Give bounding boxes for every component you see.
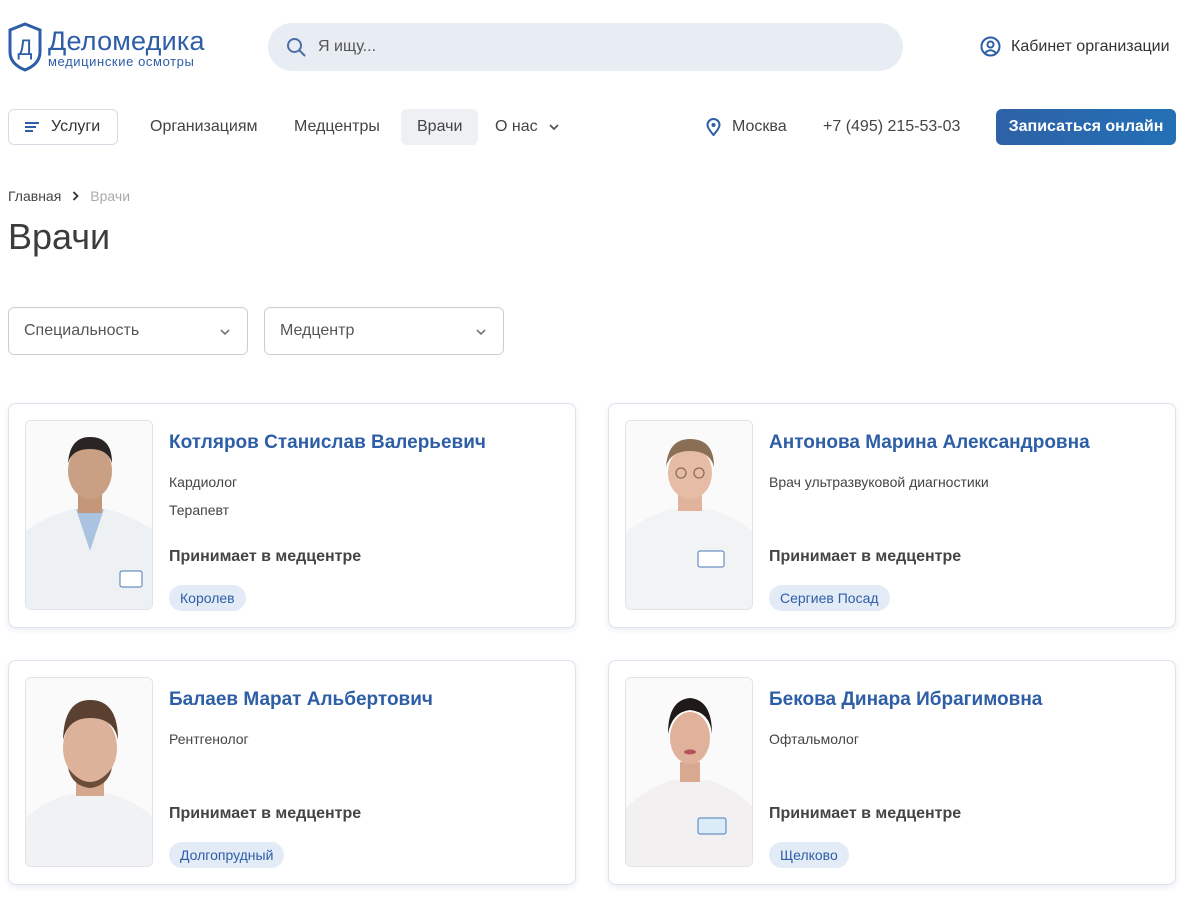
doctor-photo[interactable] [25,420,153,610]
chevron-down-icon [220,329,230,336]
receives-label: Принимает в медцентре [169,805,362,822]
receives-label: Принимает в медцентре [769,548,962,565]
location-pin-icon [706,118,721,136]
doctor-specialty: Рентгенолог [169,731,249,747]
doctor-specialty: Терапевт [169,502,230,518]
book-online-button[interactable]: Записаться онлайн [996,109,1176,145]
doctor-name[interactable]: Бекова Динара Ибрагимовна [769,689,1042,711]
brand-name: Деломедика [48,25,205,56]
nav-link-doctors[interactable]: Врачи [401,109,479,145]
city-label: Москва [732,118,787,135]
doctor-portrait-icon [626,421,752,609]
nav-link-label: О нас [495,118,538,135]
breadcrumb-current: Врачи [90,188,131,204]
receives-label: Принимает в медцентре [769,805,962,822]
doctor-card[interactable]: Котляров Станислав Валерьевич Кардиолог … [8,403,576,628]
doctor-specialty: Офтальмолог [769,731,859,747]
doctor-specialty: Врач ультразвуковой диагностики [769,474,989,490]
chevron-right-icon [73,191,80,201]
city-selector[interactable]: Москва [706,109,787,145]
receives-label: Принимает в медцентре [169,548,362,565]
medcenter-tag[interactable]: Королев [169,585,246,611]
specialty-select[interactable]: Специальность [8,307,248,355]
specialty-select-label: Специальность [24,322,140,339]
logo[interactable]: Д Деломедика медицинские осмотры [8,22,205,72]
search-bar[interactable] [268,23,903,71]
nav-link-organizations[interactable]: Организациям [134,109,274,145]
cabinet-label: Кабинет организации [1011,37,1170,55]
doctor-photo[interactable] [625,420,753,610]
menu-icon [25,122,39,132]
user-circle-icon [980,36,1001,57]
nav-link-label: Медцентры [294,118,380,135]
chevron-down-icon [548,124,559,131]
doctor-photo[interactable] [625,677,753,867]
medcenter-select-label: Медцентр [280,322,355,339]
services-label: Услуги [51,118,101,135]
medcenter-tag[interactable]: Долгопрудный [169,842,285,868]
brand-tagline: медицинские осмотры [48,53,195,69]
doctor-card[interactable]: Бекова Динара Ибрагимовна Офтальмолог Пр… [608,660,1176,885]
doctor-name[interactable]: Антонова Марина Александровна [769,432,1090,454]
doctor-name[interactable]: Котляров Станислав Валерьевич [169,432,486,454]
breadcrumb: Главная Врачи [8,188,130,204]
medcenter-tag[interactable]: Щелково [769,842,849,868]
medcenter-tag[interactable]: Сергиев Посад [769,585,890,611]
services-button[interactable]: Услуги [8,109,118,145]
doctor-portrait-icon [26,421,152,609]
nav-link-about[interactable]: О нас [479,109,576,145]
shield-logo-icon: Д [8,22,42,72]
breadcrumb-home[interactable]: Главная [8,188,61,204]
main-nav: Услуги Организациям Медцентры Врачи О на… [8,109,1177,145]
search-icon [287,38,306,57]
search-input[interactable] [318,38,878,56]
nav-link-medcenters[interactable]: Медцентры [278,109,396,145]
doctor-photo[interactable] [25,677,153,867]
page-title: Врачи [8,216,111,257]
chevron-down-icon [476,329,486,336]
doctor-card[interactable]: Антонова Марина Александровна Врач ультр… [608,403,1176,628]
doctor-name[interactable]: Балаев Марат Альбертович [169,689,433,711]
cabinet-link[interactable]: Кабинет организации [980,36,1170,57]
nav-link-label: Врачи [417,118,463,135]
doctor-specialty: Кардиолог [169,474,238,490]
medcenter-select[interactable]: Медцентр [264,307,504,355]
phone-link[interactable]: +7 (495) 215-53-03 [823,109,960,145]
doctor-portrait-icon [626,678,752,866]
svg-text:Д: Д [18,35,33,60]
doctor-card[interactable]: Балаев Марат Альбертович Рентгенолог При… [8,660,576,885]
doctor-portrait-icon [26,678,152,866]
nav-link-label: Организациям [150,118,258,135]
